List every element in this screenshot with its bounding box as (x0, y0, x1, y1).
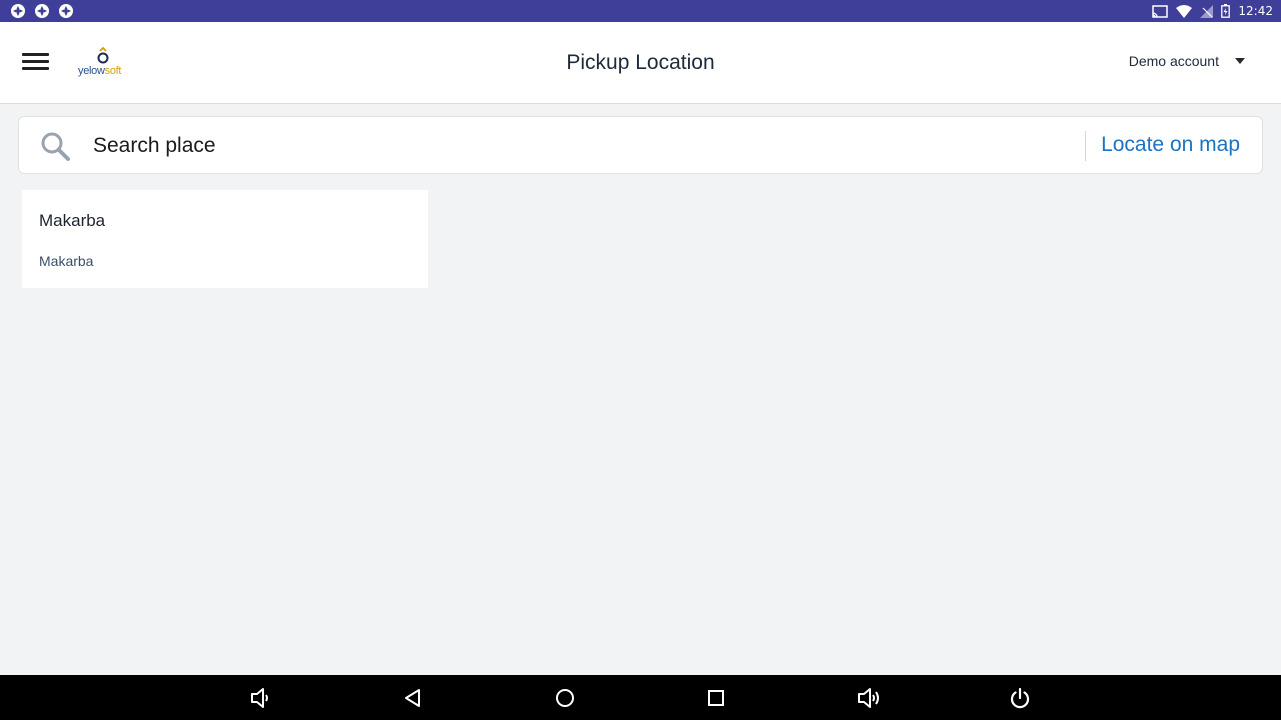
volume-down-icon (251, 688, 268, 708)
wifi-icon (1176, 4, 1193, 18)
volume-down-button[interactable] (247, 685, 273, 711)
notification-icon (59, 4, 73, 18)
logo-mark-icon (97, 46, 109, 64)
cast-icon (1152, 4, 1169, 18)
yelowsoft-logo: yelowsoft (76, 44, 136, 84)
notification-icon (11, 4, 25, 18)
back-button[interactable] (400, 685, 426, 711)
power-icon (1010, 687, 1030, 709)
recents-icon (708, 690, 724, 706)
logo-text: yelowsoft (78, 65, 121, 77)
menu-icon-bar (22, 60, 49, 63)
navigation-bar (0, 675, 1281, 720)
search-bar: Locate on map (18, 116, 1263, 174)
home-icon (556, 689, 574, 707)
back-icon (405, 689, 420, 707)
locate-on-map-button[interactable]: Locate on map (1101, 133, 1240, 157)
home-button[interactable] (552, 685, 578, 711)
status-right-icons: 12:42 (1152, 4, 1281, 18)
menu-icon-bar (22, 67, 49, 70)
logo-text-part1: yelow (78, 65, 105, 77)
no-signal-icon (1200, 4, 1214, 18)
app-bar: yelowsoft Pickup Location Demo account (0, 22, 1281, 104)
menu-icon-bar (22, 53, 49, 56)
volume-up-icon (858, 688, 879, 708)
list-item[interactable]: Makarba Makarba (22, 190, 428, 288)
power-button[interactable] (1007, 685, 1033, 711)
result-title: Makarba (39, 211, 106, 230)
logo-text-part2: soft (104, 65, 122, 77)
search-divider (1085, 131, 1086, 161)
chevron-down-icon (1235, 58, 1245, 64)
status-time: 12:42 (1238, 4, 1273, 18)
volume-up-button[interactable] (856, 685, 882, 711)
battery-charging-icon (1221, 4, 1231, 18)
search-icon (41, 132, 70, 161)
account-dropdown[interactable]: Demo account (1129, 53, 1245, 69)
account-label: Demo account (1128, 53, 1219, 69)
status-bar: 12:42 (0, 0, 1281, 22)
status-left-icons (0, 3, 74, 19)
search-input[interactable] (93, 129, 1073, 163)
recents-button[interactable] (703, 685, 729, 711)
page-title: Pickup Location (566, 51, 715, 74)
notification-icon (35, 4, 49, 18)
hamburger-menu-button[interactable] (20, 50, 50, 76)
result-subtitle: Makarba (39, 253, 94, 269)
